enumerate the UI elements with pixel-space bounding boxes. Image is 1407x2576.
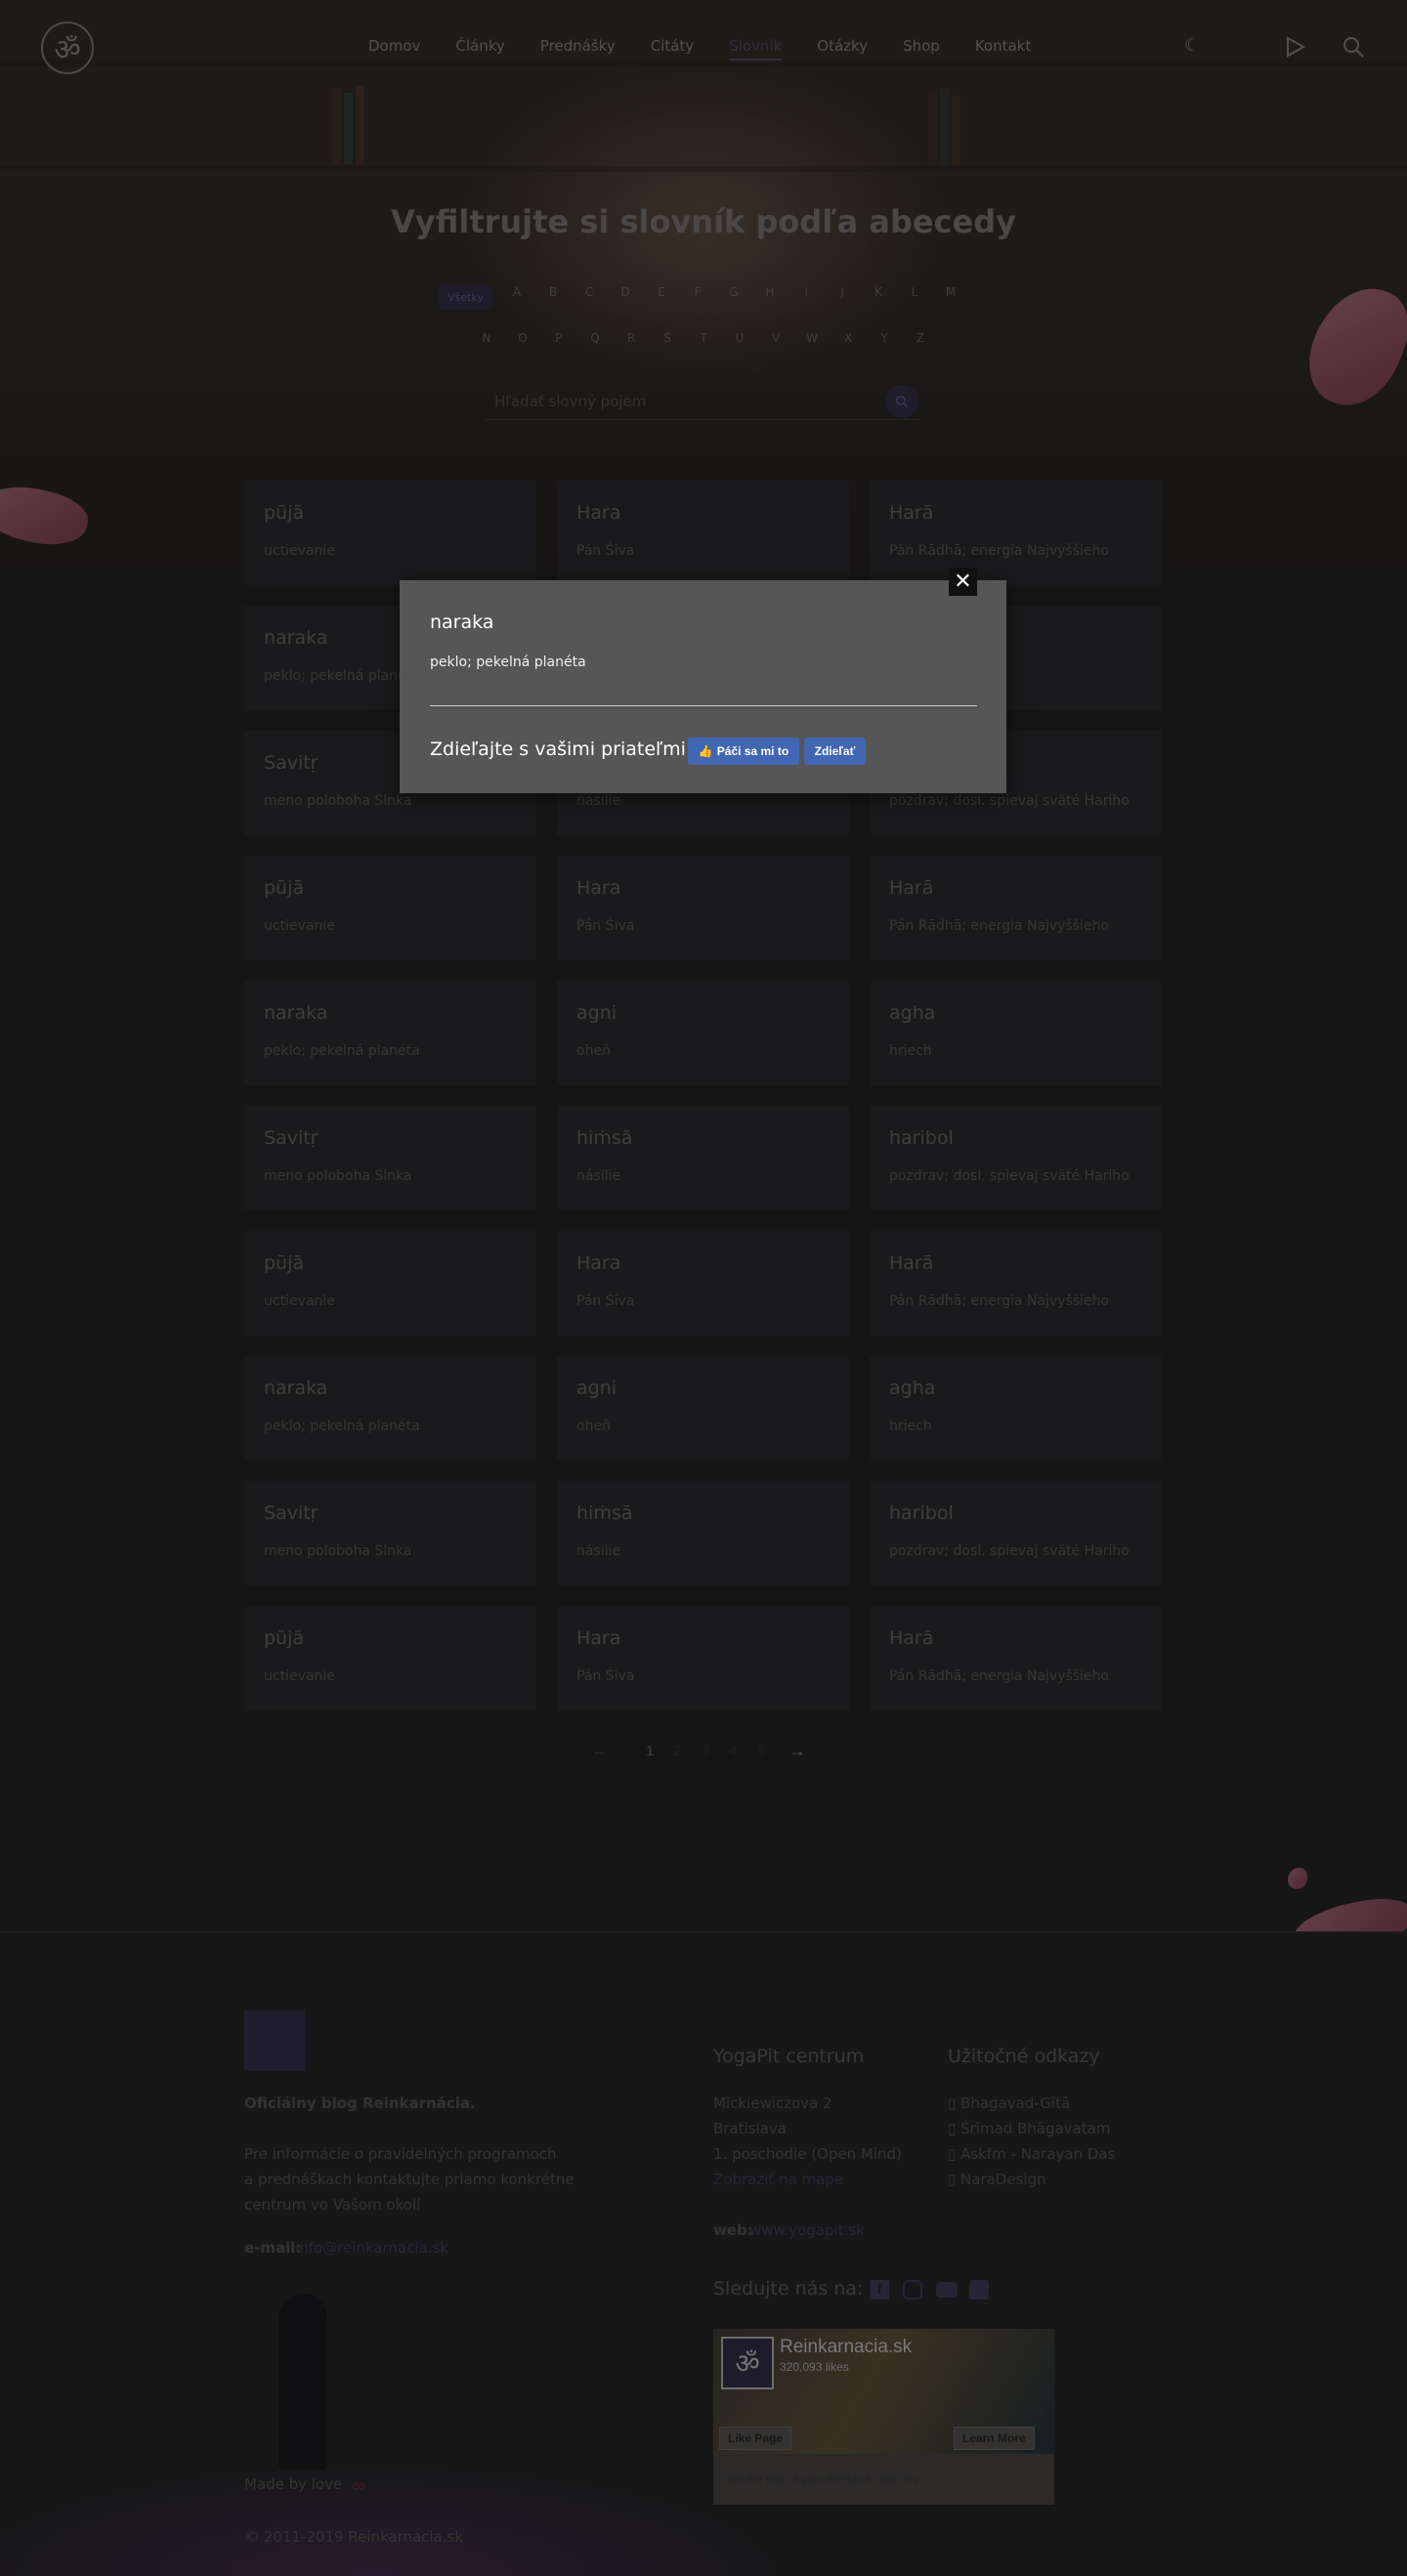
close-icon[interactable]: ✕ (949, 568, 977, 596)
modal-overlay[interactable] (0, 0, 1407, 2576)
term-detail-modal: naraka peklo; pekelná planéta Zdieľajte … (400, 580, 1006, 793)
modal-definition: peklo; pekelná planéta (430, 655, 586, 670)
modal-term: naraka (430, 612, 494, 633)
thumbs-up-icon: 👍 (698, 744, 713, 758)
modal-divider (430, 705, 977, 706)
modal-share-label: Zdieľajte s vašimi priateľmi (430, 739, 686, 760)
facebook-like-button[interactable]: 👍 Páči sa mi to (688, 738, 799, 765)
facebook-share-button[interactable]: Zdieľať (804, 738, 866, 765)
facebook-like-label: Páči sa mi to (716, 744, 789, 758)
